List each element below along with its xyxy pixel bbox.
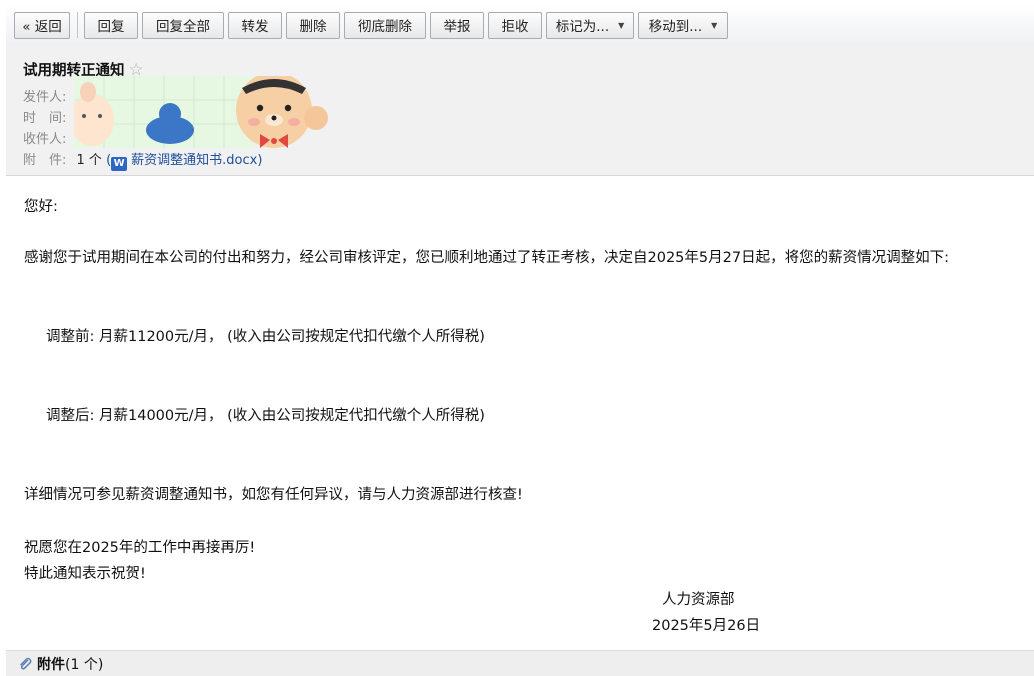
delete-button[interactable]: 删除 [286, 11, 340, 39]
paperclip-icon [20, 657, 32, 670]
attachments-count: (1 个) [65, 656, 104, 673]
signature-department: 人力资源部 [662, 592, 735, 608]
report-button[interactable]: 举报 [430, 11, 484, 39]
congrats-line: 特此通知表示祝贺! [24, 566, 146, 582]
delete-permanently-button[interactable]: 彻底删除 [344, 11, 426, 39]
attachments-bar[interactable]: 附件 (1 个) [6, 650, 1034, 676]
attachment-label: 附 件: [23, 153, 67, 168]
details-paragraph: 详细情况可参见薪资调整通知书，如您有任何异议，请与人力资源部进行核查! [24, 487, 523, 503]
greeting: 您好: [24, 199, 58, 215]
back-button[interactable]: « 返回 [14, 11, 70, 39]
salary-before: 调整前: 月薪11200元/月， (收入由公司按规定代扣代缴个人所得税) [46, 329, 485, 345]
from-label: 发件人: [23, 90, 67, 105]
body-paragraph-main: 感谢您于试用期间在本公司的付出和努力，经公司审核评定，您已顺利地通过了转正考核，… [24, 250, 949, 266]
forward-button[interactable]: 转发 [228, 11, 282, 39]
reply-all-button[interactable]: 回复全部 [142, 11, 224, 39]
mark-as-label: 标记为... [555, 19, 610, 35]
signature-date: 2025年5月26日 [652, 618, 761, 634]
wish-line: 祝愿您在2025年的工作中再接再厉! [24, 540, 256, 556]
privacy-sticker-overlay [74, 76, 328, 148]
email-reader: « 返回 回复 回复全部 转发 删除 彻底删除 举报 拒收 标记为... ▼ 移… [0, 0, 1034, 676]
chevron-down-icon: ▼ [618, 20, 625, 30]
email-toolbar: « 返回 回复 回复全部 转发 删除 彻底删除 举报 拒收 标记为... ▼ 移… [6, 4, 1034, 46]
word-document-icon: W [111, 157, 128, 171]
move-to-label: 移动到... [648, 19, 703, 35]
reply-button[interactable]: 回复 [84, 11, 138, 39]
move-to-dropdown[interactable]: 移动到... ▼ [638, 11, 728, 39]
mark-as-dropdown[interactable]: 标记为... ▼ [546, 11, 634, 39]
to-label: 收件人: [23, 132, 67, 147]
time-label: 时 间: [23, 111, 67, 126]
toolbar-divider [77, 12, 78, 38]
attachments-title: 附件 [37, 656, 65, 673]
salary-after: 调整后: 月薪14000元/月， (收入由公司按规定代扣代缴个人所得税) [46, 408, 485, 424]
reject-button[interactable]: 拒收 [488, 11, 542, 39]
chevron-down-icon: ▼ [711, 20, 718, 30]
